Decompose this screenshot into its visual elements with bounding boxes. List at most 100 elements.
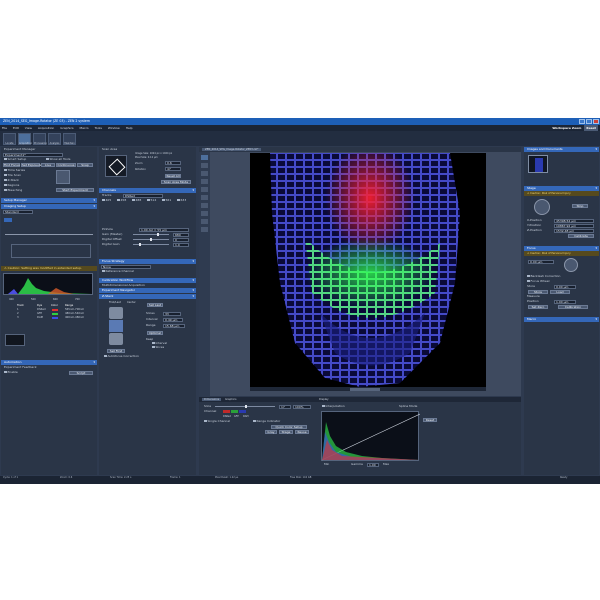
continuous-button[interactable]: Continuous <box>56 162 76 167</box>
set-zero-button[interactable]: Set Zero <box>528 304 548 309</box>
digital-gain-slider[interactable] <box>133 243 169 246</box>
view-profile-icon[interactable] <box>201 211 208 216</box>
focus-value-input[interactable]: 0.00 µm <box>528 260 554 264</box>
focus-calibrate-button[interactable]: Calibration <box>558 304 588 309</box>
microscopy-image[interactable] <box>250 153 486 387</box>
zoom-input[interactable]: 0.6 <box>165 161 181 165</box>
laser-514-checkbox[interactable] <box>147 198 150 202</box>
gain-input[interactable]: 680 <box>173 232 189 237</box>
histogram-chart[interactable] <box>321 411 421 461</box>
store-button[interactable]: Store <box>528 289 548 294</box>
image-thumbnail[interactable] <box>528 155 548 173</box>
laser-405-checkbox[interactable] <box>102 198 105 202</box>
keep-interval-radio[interactable] <box>152 341 155 345</box>
center-tab[interactable]: Center <box>127 301 136 304</box>
script-button[interactable]: Script <box>69 370 93 375</box>
view-ortho-icon[interactable] <box>201 179 208 184</box>
live-button[interactable]: Live <box>41 162 55 167</box>
minimize-button[interactable] <box>579 119 585 124</box>
macro-header[interactable]: Macro ▾ <box>524 317 599 322</box>
view-3d-icon[interactable] <box>201 195 208 200</box>
objective-position-input[interactable]: 1.00 µm <box>554 299 576 304</box>
z-stack-checkbox[interactable] <box>4 178 7 182</box>
keep-slices-radio[interactable] <box>152 345 155 349</box>
reset-display-button[interactable]: Reset <box>423 418 437 422</box>
laser-458-checkbox[interactable] <box>117 198 120 202</box>
single-channel-checkbox[interactable] <box>204 419 207 423</box>
tab-processing[interactable]: Processing <box>33 133 47 145</box>
laser-561-checkbox[interactable] <box>162 198 165 202</box>
digital-gain-input[interactable]: 1.0 <box>173 242 189 247</box>
range-input[interactable]: 15.68 µm <box>163 323 185 328</box>
tab-maintain[interactable]: Maintain <box>63 133 76 145</box>
store-input[interactable]: 0.00 µm <box>554 284 576 289</box>
stage-calibrate-button[interactable]: Calibrate <box>568 233 594 238</box>
first-last-tab[interactable]: First/Last <box>109 301 121 304</box>
tab-locate[interactable]: Locate <box>3 133 16 145</box>
regions-checkbox[interactable] <box>4 183 7 187</box>
set-exposure-button[interactable]: Set Exposure <box>21 162 42 167</box>
digital-gain-slider-knob[interactable] <box>139 243 141 246</box>
scrollbar-thumb[interactable] <box>350 387 380 391</box>
offset-input[interactable]: 0 <box>173 237 189 242</box>
reuse-button[interactable]: Reuse <box>295 429 309 434</box>
table-row[interactable]: 3 DAPI 400nm-480nm <box>1 316 97 320</box>
gain-slider-knob[interactable] <box>157 233 159 236</box>
display-tab[interactable]: Display <box>319 397 329 402</box>
offset-slider-knob[interactable] <box>150 238 152 241</box>
graphics-tab[interactable]: Graphics <box>225 398 236 401</box>
view-colocalization-icon[interactable] <box>201 219 208 224</box>
laser-405[interactable]: 405 <box>102 198 111 203</box>
optimal-button[interactable]: Optimal <box>147 331 163 335</box>
view-cut-icon[interactable] <box>201 187 208 192</box>
stage-button[interactable]: Stage <box>279 429 293 434</box>
setup-manager-header[interactable]: Setup Manager ▾ <box>1 198 97 203</box>
load-button[interactable]: Load <box>550 289 570 294</box>
experiment-select[interactable]: Experiment1* <box>3 152 63 157</box>
bleaching-checkbox[interactable] <box>4 188 7 192</box>
imaging-setup-select[interactable]: Standard <box>3 209 33 214</box>
z-position-input[interactable]: 1532.48 µm <box>554 228 594 233</box>
tile-scan-checkbox[interactable] <box>4 173 7 177</box>
laser-514[interactable]: 514 <box>147 198 156 203</box>
laser-633-checkbox[interactable] <box>177 198 180 202</box>
find-focus-button[interactable]: Find Focus <box>3 162 20 167</box>
interval-input[interactable]: 0.49 µm <box>163 317 183 322</box>
scan-area-mode-button[interactable]: Scan Area Mode <box>161 180 191 184</box>
reset-all-button[interactable]: Reset All <box>165 174 181 178</box>
set-first-button[interactable]: Set First <box>107 349 125 353</box>
snap-button[interactable]: Snap <box>77 162 93 167</box>
tab-analysis[interactable]: Analysis <box>48 133 61 145</box>
channel-dapi-button[interactable] <box>239 410 246 413</box>
slice-slider[interactable] <box>215 405 275 408</box>
quick-color-button[interactable]: Quick Color Setup <box>271 424 307 429</box>
offset-slider[interactable] <box>133 238 169 241</box>
slices-input[interactable]: 33 <box>163 311 181 316</box>
pinhole-input[interactable]: 1.00 AU = 55 µm <box>139 227 189 232</box>
experiment-navigator-header[interactable]: Experiment Navigator ▾ <box>99 288 196 293</box>
close-button[interactable] <box>593 119 599 124</box>
laser-633[interactable]: 633 <box>177 198 186 203</box>
time-series-checkbox[interactable] <box>4 168 7 172</box>
tracks-select[interactable]: DSRed <box>123 193 163 198</box>
start-experiment-button[interactable]: Start Experiment <box>56 188 94 192</box>
laser-488-checkbox[interactable] <box>132 198 135 202</box>
stage-joystick[interactable] <box>534 199 550 215</box>
scan-frame-rotated[interactable] <box>108 158 126 176</box>
rotation-input[interactable]: 47 <box>165 167 181 171</box>
set-last-button[interactable]: Set Last <box>147 303 163 307</box>
view-split-icon[interactable] <box>201 163 208 168</box>
document-tab[interactable]: ZEN_2014_SEG_Image-Rotator_ZE03.czi* <box>202 148 262 151</box>
view-info-icon[interactable] <box>201 227 208 232</box>
slice-input[interactable]: 17 <box>279 404 291 409</box>
laser-561[interactable]: 561 <box>162 198 171 203</box>
gray-button[interactable]: Gray <box>265 429 277 434</box>
reference-channel-checkbox[interactable] <box>102 269 105 273</box>
gamma-input[interactable]: 1.00 <box>367 462 379 467</box>
x-position-input[interactable]: 45398.54 µm <box>554 218 594 223</box>
laser-488[interactable]: 488 <box>132 198 141 203</box>
focus-wheel-checkbox[interactable] <box>527 279 530 283</box>
channel-dsred-button[interactable] <box>223 410 230 413</box>
channel-gfp-button[interactable] <box>231 410 238 413</box>
dimensions-tab[interactable]: Dimensions <box>202 398 222 401</box>
